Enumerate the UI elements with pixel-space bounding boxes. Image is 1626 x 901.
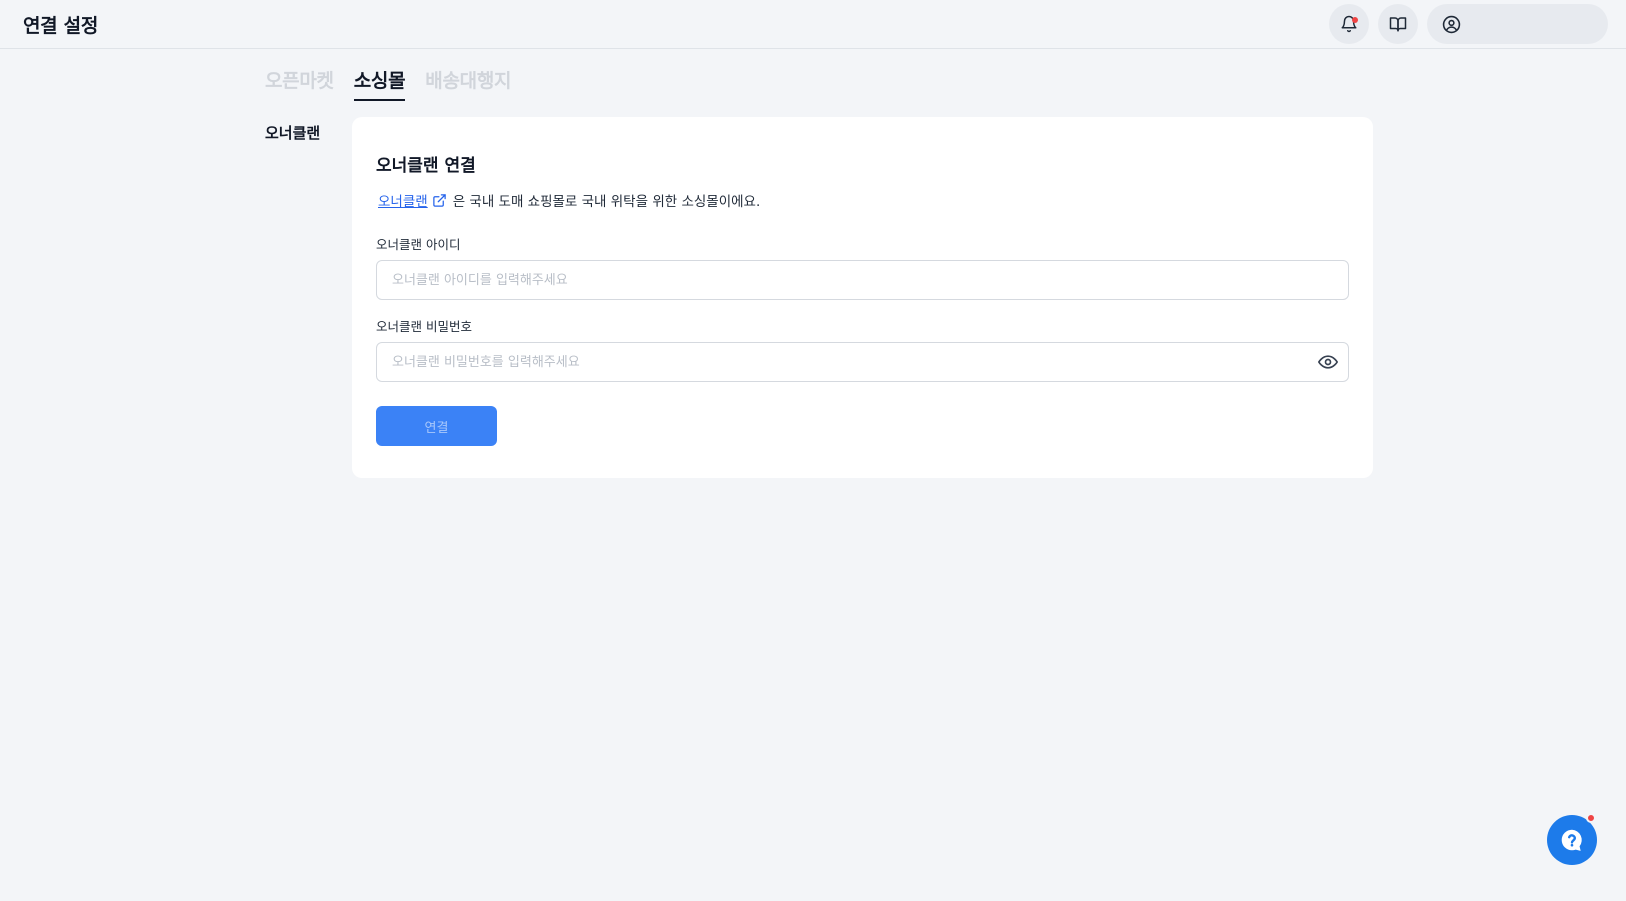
book-open-icon — [1389, 15, 1407, 33]
ownerclan-link[interactable]: 오너클랜 — [378, 190, 428, 210]
description-text: 은 국내 도매 쇼핑몰로 국내 위탁을 위한 소싱몰이에요. — [452, 194, 761, 210]
guide-button[interactable] — [1378, 4, 1418, 44]
profile-menu[interactable] — [1427, 4, 1608, 44]
eye-icon[interactable] — [1308, 343, 1348, 381]
sidebar-item-ownerclan[interactable]: 오너클랜 — [265, 122, 320, 143]
card-description: 오너클랜 은 국내 도매 쇼핑몰로 국내 위탁을 위한 소싱몰이에요. — [378, 190, 760, 210]
connect-button[interactable]: 연결 — [376, 406, 497, 446]
connection-card: 오너클랜 연결 오너클랜 은 국내 도매 쇼핑몰로 국내 위탁을 위한 소싱몰이… — [352, 117, 1373, 478]
id-field-wrapper — [376, 260, 1349, 300]
user-circle-icon — [1442, 15, 1461, 34]
help-button[interactable] — [1547, 813, 1597, 865]
external-link-icon[interactable] — [432, 193, 447, 208]
category-tabs: 오픈마켓 소싱몰 배송대행지 — [265, 66, 511, 101]
notification-dot — [1352, 17, 1358, 23]
help-question-icon — [1559, 827, 1585, 853]
password-field-label: 오너클랜 비밀번호 — [376, 319, 472, 334]
notification-button[interactable] — [1329, 4, 1369, 44]
ownerclan-password-input[interactable] — [377, 343, 1308, 381]
top-bar: 연결 설정 — [0, 0, 1626, 49]
tab-sourcing-mall[interactable]: 소싱몰 — [353, 66, 406, 101]
tab-shipping-agent[interactable]: 배송대행지 — [425, 66, 511, 101]
tab-open-market[interactable]: 오픈마켓 — [265, 66, 334, 101]
password-field-wrapper — [376, 342, 1349, 382]
help-notification-dot — [1586, 813, 1596, 823]
top-actions — [1329, 4, 1608, 44]
page-title: 연결 설정 — [23, 14, 99, 37]
id-field-label: 오너클랜 아이디 — [376, 237, 461, 252]
ownerclan-id-input[interactable] — [377, 261, 1348, 299]
card-title: 오너클랜 연결 — [376, 156, 476, 176]
